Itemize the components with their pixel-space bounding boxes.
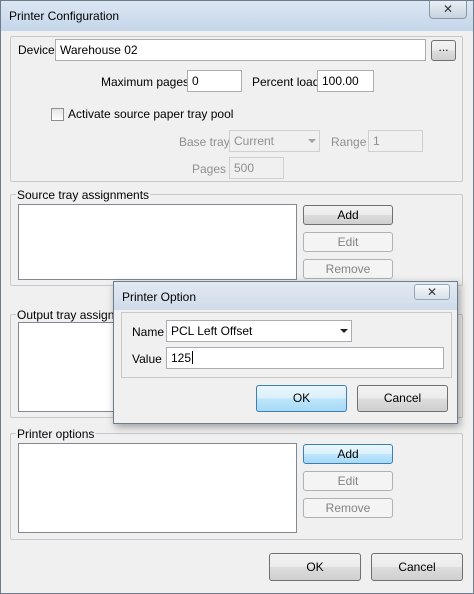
chevron-down-icon [308,139,316,143]
source-tray-remove-button[interactable]: Remove [303,259,393,279]
device-browse-button[interactable]: ... [431,40,456,61]
device-input[interactable]: Warehouse 02 [55,39,426,61]
printer-option-dialog: Printer Option ✕ Name PCL Left Offset Va… [113,281,458,424]
close-button[interactable]: ✕ [429,1,467,19]
cancel-button[interactable]: Cancel [371,553,463,581]
max-pages-label: Maximum pages [101,75,190,89]
option-value-text: 125 [171,351,192,365]
text-cursor [192,351,194,364]
printer-options-list[interactable] [18,443,297,533]
dialog-title-bar[interactable]: Printer Option ✕ [114,282,457,310]
printer-options-add-button[interactable]: Add [303,444,393,464]
pages-input[interactable]: 500 [229,157,284,179]
dialog-close-button[interactable]: ✕ [414,284,450,300]
option-name-label: Name [132,325,165,339]
option-value-input[interactable]: 125 [166,347,444,369]
base-tray-label: Base tray [179,135,230,149]
ok-button[interactable]: OK [269,553,361,581]
option-value-label: Value [132,352,162,366]
dialog-ok-button[interactable]: OK [256,385,347,412]
range-input[interactable]: 1 [368,130,423,152]
printer-options-remove-button[interactable]: Remove [303,498,393,518]
base-tray-value: Current [234,134,275,148]
printer-options-edit-button[interactable]: Edit [303,471,393,491]
pages-label: Pages [192,162,227,176]
printer-options-group-label: Printer options [16,427,96,441]
max-pages-input[interactable]: 0 [187,70,242,92]
source-tray-group-label: Source tray assignments [16,188,151,202]
tray-pool-checkbox[interactable] [51,108,64,121]
source-tray-add-button[interactable]: Add [303,205,393,225]
percent-load-input[interactable]: 100.00 [317,70,374,92]
source-tray-edit-button[interactable]: Edit [303,232,393,252]
dialog-title: Printer Option [122,290,197,304]
tray-pool-label: Activate source paper tray pool [68,107,234,121]
source-tray-list[interactable] [18,204,297,280]
dialog-cancel-button[interactable]: Cancel [357,385,448,412]
title-bar[interactable]: Printer Configuration ✕ [1,1,473,31]
output-tray-group-label: Output tray assignments [16,308,116,322]
percent-load-label: Percent load [252,75,320,89]
option-name-select[interactable]: PCL Left Offset [166,320,352,342]
base-tray-select[interactable]: Current [229,130,320,152]
window-title: Printer Configuration [9,9,120,23]
device-label: Device [18,43,55,57]
close-icon: ✕ [426,285,438,299]
close-icon: ✕ [442,2,454,16]
option-name-value: PCL Left Offset [171,324,253,338]
range-label: Range [331,135,367,149]
chevron-down-icon [340,329,348,333]
